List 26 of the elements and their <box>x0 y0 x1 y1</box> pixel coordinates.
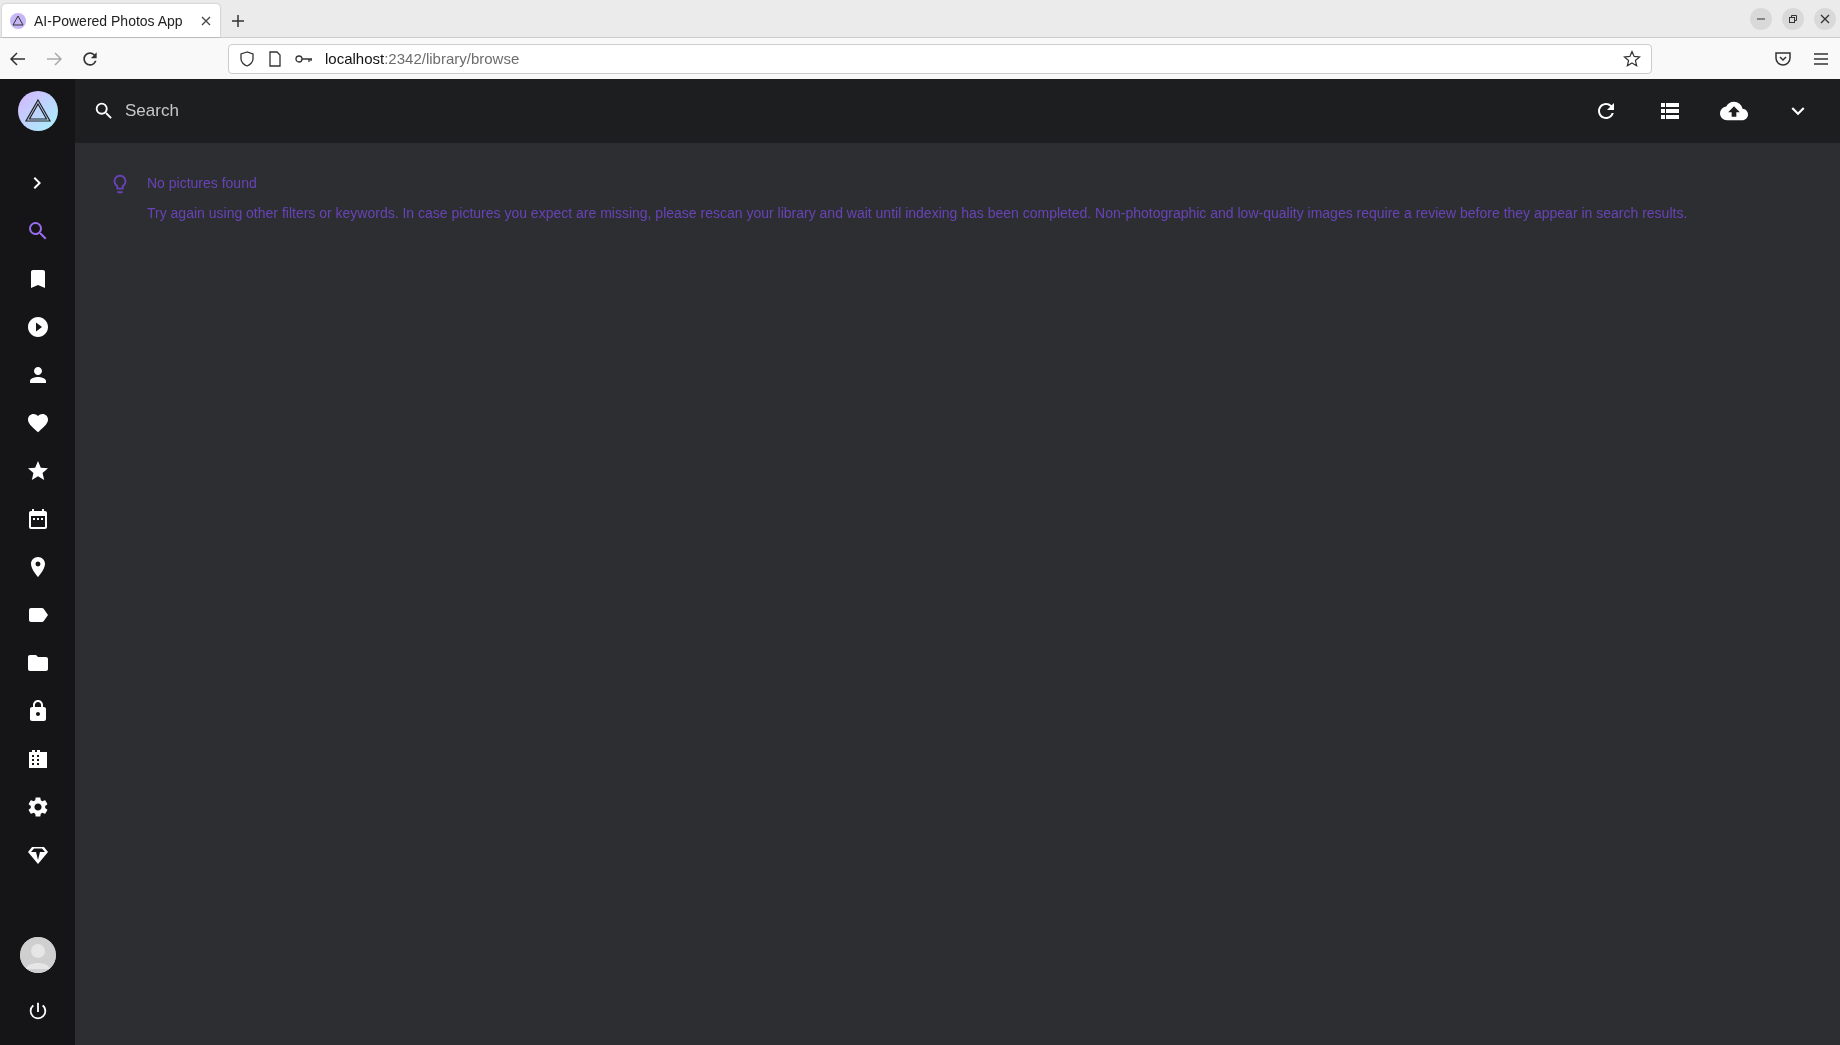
search-field[interactable]: Search <box>123 100 527 122</box>
minimize-icon <box>1757 17 1765 20</box>
browser-tab[interactable]: AI-Powered Photos App <box>2 4 220 37</box>
star-icon[interactable] <box>1623 49 1641 68</box>
page-icon <box>267 50 283 67</box>
address-bar[interactable]: localhost:2342/library/browse <box>228 43 1652 74</box>
chevron-right-icon <box>33 176 42 190</box>
avatar-silhouette[interactable] <box>19 937 56 973</box>
message-title: No pictures found <box>147 175 258 191</box>
close-icon <box>1820 13 1830 24</box>
close-button[interactable] <box>1814 7 1836 30</box>
shield-icon <box>239 50 255 67</box>
triangle-logo-icon <box>10 12 26 29</box>
pocket-icon[interactable] <box>1774 49 1792 68</box>
message-text: Try again using other filters or keywords. In case pictures you expect are missing, please rescan your library and wait until indexing has been completed. Non-photographic and low-quality images require a review before they appear in search results. <box>147 205 1688 221</box>
star-icon <box>25 459 50 483</box>
restore-icon <box>1788 13 1798 24</box>
app-logo[interactable] <box>17 91 58 131</box>
back-arrow-icon[interactable] <box>9 49 27 68</box>
minimize-button[interactable] <box>1750 7 1772 30</box>
plus-icon[interactable] <box>231 13 245 28</box>
restore-button[interactable] <box>1782 7 1804 30</box>
heart-icon <box>25 411 50 435</box>
close-icon[interactable] <box>200 14 212 27</box>
url-text: localhost:2342/library/browse <box>325 50 521 67</box>
search-icon <box>93 100 115 122</box>
